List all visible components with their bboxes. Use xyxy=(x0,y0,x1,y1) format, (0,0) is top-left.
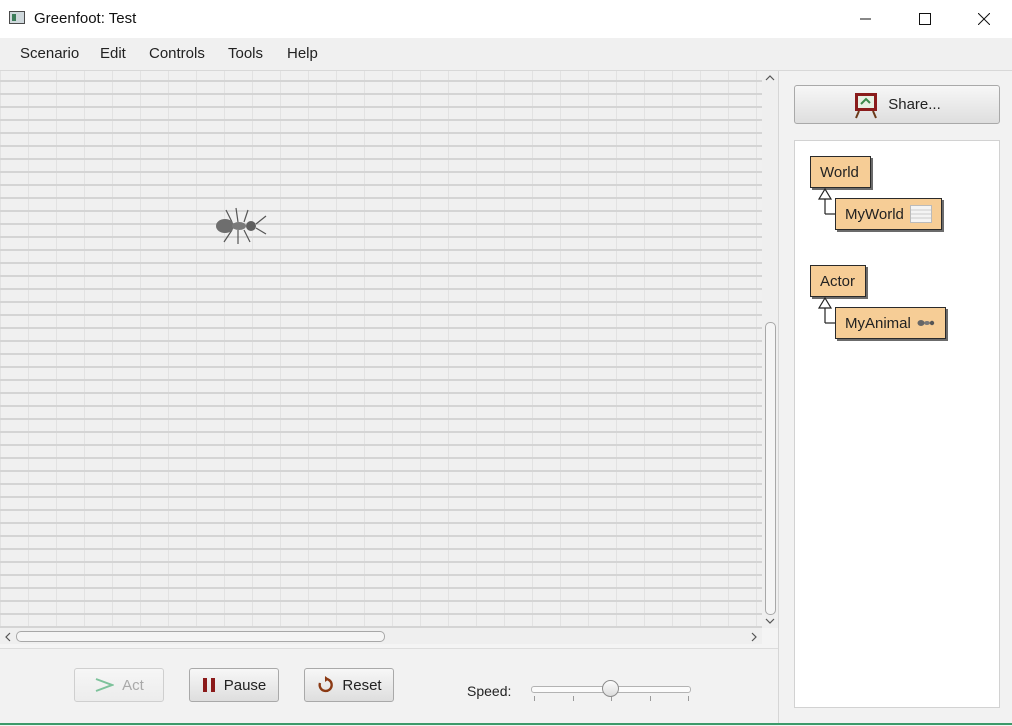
scroll-down-arrow-icon[interactable] xyxy=(765,618,775,625)
pause-icon xyxy=(202,678,215,692)
class-myworld-label: MyWorld xyxy=(845,205,904,223)
speed-slider-knob[interactable] xyxy=(602,680,619,697)
scroll-up-arrow-icon[interactable] xyxy=(765,74,775,81)
reset-button-label: Reset xyxy=(342,676,382,694)
class-world-label: World xyxy=(820,163,859,181)
ant-actor-icon[interactable] xyxy=(212,204,268,248)
menu-scenario[interactable]: Scenario xyxy=(20,45,79,62)
share-button-label: Share... xyxy=(888,96,941,113)
class-world[interactable]: World xyxy=(810,156,871,188)
speed-slider-tick xyxy=(573,696,574,701)
menu-bar: Scenario Edit Controls Tools Help xyxy=(0,38,1012,71)
ant-thumbnail-icon xyxy=(917,320,935,326)
menu-tools[interactable]: Tools xyxy=(228,45,263,62)
act-arrow-icon xyxy=(95,678,115,692)
menu-edit[interactable]: Edit xyxy=(100,45,126,62)
minimize-icon xyxy=(860,18,871,20)
scroll-left-arrow-icon[interactable] xyxy=(4,632,11,642)
scroll-right-arrow-icon[interactable] xyxy=(751,632,758,642)
act-button-label: Act xyxy=(122,676,144,694)
class-myanimal[interactable]: MyAnimal xyxy=(835,307,946,339)
class-actor[interactable]: Actor xyxy=(810,265,866,297)
world-horizontal-scrollbar[interactable] xyxy=(0,628,762,644)
class-diagram: World MyWorld Actor MyAnimal xyxy=(794,140,1000,708)
class-actor-label: Actor xyxy=(820,272,856,290)
window-title: Greenfoot: Test xyxy=(34,10,137,27)
speed-slider-tick xyxy=(650,696,651,701)
maximize-button[interactable] xyxy=(902,0,948,38)
brick-wall-thumbnail-icon xyxy=(909,205,932,223)
title-bar: Greenfoot: Test xyxy=(0,0,1012,39)
class-myworld[interactable]: MyWorld xyxy=(835,198,942,230)
speed-slider-tick xyxy=(688,696,689,701)
reset-button[interactable]: Reset xyxy=(304,668,394,702)
horizontal-scroll-thumb[interactable] xyxy=(16,631,385,642)
speed-slider-tick xyxy=(534,696,535,701)
speed-label: Speed: xyxy=(467,683,512,699)
close-icon xyxy=(978,13,990,25)
minimize-button[interactable] xyxy=(843,0,889,38)
pause-button[interactable]: Pause xyxy=(189,668,279,702)
share-easel-icon xyxy=(855,92,878,118)
menu-controls[interactable]: Controls xyxy=(149,45,205,62)
execution-controls: Act Pause Reset Speed: xyxy=(0,648,778,726)
vertical-scroll-thumb[interactable] xyxy=(765,322,776,615)
class-myanimal-label: MyAnimal xyxy=(845,314,911,332)
act-button[interactable]: Act xyxy=(74,668,164,702)
menu-help[interactable]: Help xyxy=(287,45,318,62)
close-button[interactable] xyxy=(961,0,1007,38)
greenfoot-app-icon xyxy=(9,11,25,24)
share-button[interactable]: Share... xyxy=(794,85,1000,124)
world-view[interactable] xyxy=(0,71,762,628)
world-vertical-scrollbar[interactable] xyxy=(762,71,778,628)
reset-icon xyxy=(318,676,334,693)
pause-button-label: Pause xyxy=(223,676,267,694)
maximize-icon xyxy=(919,13,931,25)
